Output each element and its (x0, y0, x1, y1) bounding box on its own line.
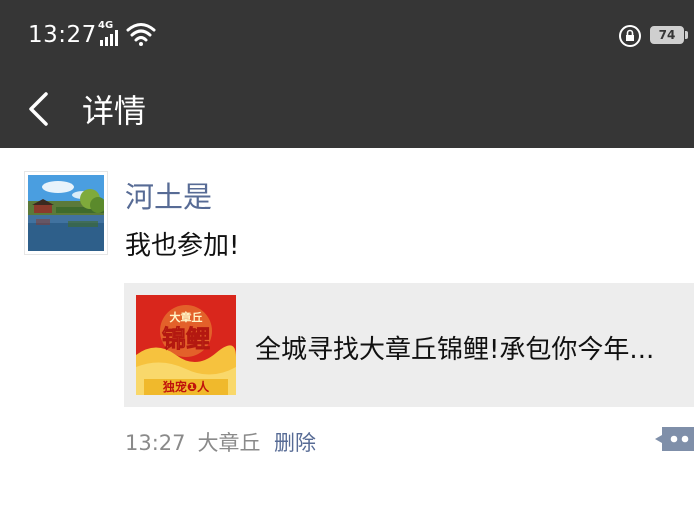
status-bar: 13:27 4G 74 (0, 0, 694, 72)
thumbnail-caption-text: 独宠❶人 (162, 379, 210, 394)
back-chevron-icon[interactable] (24, 84, 54, 134)
username-link[interactable]: 河土是 (125, 174, 212, 216)
thumbnail-main-text: 锦鲤 (162, 325, 210, 353)
post-time: 13:27 (125, 431, 186, 455)
delete-button[interactable]: 删除 (274, 427, 316, 457)
wifi-icon (126, 23, 156, 46)
more-actions-icon[interactable] (654, 424, 694, 454)
post-meta: 13:27 大章丘 (125, 427, 261, 457)
avatar[interactable] (24, 171, 108, 255)
post-location[interactable]: 大章丘 (198, 431, 261, 455)
status-time: 13:27 (28, 22, 97, 48)
battery-icon: 74 (650, 26, 684, 44)
avatar-landscape-image (28, 175, 104, 251)
shared-link-card[interactable]: 大章丘 锦鲤 独宠❶人 全城寻找大章丘锦鲤!承包你今年... (124, 283, 694, 407)
shared-link-thumbnail: 大章丘 锦鲤 独宠❶人 (136, 295, 236, 395)
header-bar: 详情 (0, 72, 694, 148)
shared-link-title: 全城寻找大章丘锦鲤!承包你今年... (255, 335, 655, 365)
rotation-lock-icon (619, 25, 641, 47)
thumbnail-brand-text: 大章丘 (170, 310, 203, 324)
post-text: 我也参加! (125, 231, 240, 261)
battery-tip (685, 31, 688, 39)
page-title: 详情 (82, 92, 147, 130)
